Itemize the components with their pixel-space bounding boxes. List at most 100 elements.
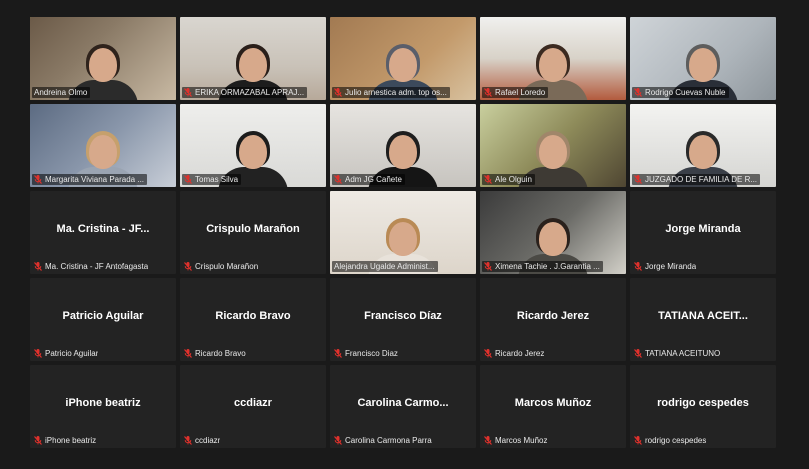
- muted-mic-icon: [634, 88, 642, 97]
- participant-name: Adm JG Cañete: [345, 175, 402, 184]
- participant-name-label: Ma. Cristina - JF Antofagasta: [32, 261, 151, 272]
- participant-tile[interactable]: Carolina Carmo... Carolina Carmona Parra: [330, 365, 476, 448]
- muted-mic-icon: [184, 349, 192, 358]
- muted-mic-icon: [634, 175, 642, 184]
- participant-name-label: Ale Olguin: [482, 174, 535, 185]
- participant-tile[interactable]: Crispulo Marañon Crispulo Marañon: [180, 191, 326, 274]
- participant-tile[interactable]: Ma. Cristina - JF... Ma. Cristina - JF An…: [30, 191, 176, 274]
- muted-mic-icon: [484, 436, 492, 445]
- participant-tile[interactable]: JUZGADO DE FAMILIA DE R...: [630, 104, 776, 187]
- participant-display-name: Ma. Cristina - JF...: [56, 223, 150, 235]
- participant-display-name: rodrigo cespedes: [657, 397, 749, 409]
- participant-name: Ximena Tachie . J.Garantia ...: [495, 262, 600, 271]
- participant-name: TATIANA ACEITUNO: [645, 349, 721, 358]
- muted-mic-icon: [634, 262, 642, 271]
- participant-display-name: Patricio Aguilar: [62, 310, 144, 322]
- participant-name: Marcos Muñoz: [495, 436, 548, 445]
- muted-mic-icon: [184, 436, 192, 445]
- participant-tile[interactable]: Ricardo Jerez Ricardo Jerez: [480, 278, 626, 361]
- participant-name-label: JUZGADO DE FAMILIA DE R...: [632, 174, 761, 185]
- participant-name-label: Crispulo Marañon: [182, 261, 261, 272]
- muted-mic-icon: [184, 175, 192, 184]
- participant-name: rodrigo cespedes: [645, 436, 707, 445]
- participant-name: Francisco Diaz: [345, 349, 398, 358]
- muted-mic-icon: [184, 262, 192, 271]
- participant-name-label: iPhone beatriz: [32, 435, 99, 446]
- participant-name-label: ccdiazr: [182, 435, 223, 446]
- participant-name: Tomas Silva: [195, 175, 239, 184]
- participant-tile[interactable]: Patricio Aguilar Patricio Aguilar: [30, 278, 176, 361]
- muted-mic-icon: [634, 349, 642, 358]
- participant-name-label: Rodrigo Cuevas Nuble: [632, 87, 729, 98]
- muted-mic-icon: [484, 349, 492, 358]
- participant-name: Crispulo Marañon: [195, 262, 259, 271]
- participant-name-label: Patricio Aguilar: [32, 348, 101, 359]
- participant-display-name: Carolina Carmo...: [357, 397, 449, 409]
- participant-tile[interactable]: ERIKA ORMAZABAL APRAJ...: [180, 17, 326, 100]
- participant-name: Rodrigo Cuevas Nuble: [645, 88, 726, 97]
- muted-mic-icon: [484, 88, 492, 97]
- participant-name: Ricardo Jerez: [495, 349, 545, 358]
- participant-tile[interactable]: iPhone beatriz iPhone beatriz: [30, 365, 176, 448]
- participant-tile[interactable]: Jorge Miranda Jorge Miranda: [630, 191, 776, 274]
- participant-name: Margarita Viviana Parada ...: [45, 175, 145, 184]
- participant-display-name: Jorge Miranda: [665, 223, 741, 235]
- muted-mic-icon: [184, 88, 192, 97]
- muted-mic-icon: [634, 436, 642, 445]
- participant-name-label: Julio arnestica adm. top os...: [332, 87, 450, 98]
- participant-display-name: Marcos Muñoz: [514, 397, 592, 409]
- participant-tile[interactable]: Marcos Muñoz Marcos Muñoz: [480, 365, 626, 448]
- muted-mic-icon: [334, 88, 342, 97]
- participant-name: Patricio Aguilar: [45, 349, 99, 358]
- participant-display-name: Ricardo Jerez: [516, 310, 590, 322]
- muted-mic-icon: [34, 262, 42, 271]
- participant-name: Carolina Carmona Parra: [345, 436, 432, 445]
- muted-mic-icon: [34, 349, 42, 358]
- participant-name: JUZGADO DE FAMILIA DE R...: [645, 175, 758, 184]
- participant-name-label: Ricardo Bravo: [182, 348, 249, 359]
- participant-name: iPhone beatriz: [45, 436, 97, 445]
- participant-display-name: TATIANA ACEIT...: [658, 310, 748, 322]
- participant-display-name: ccdiazr: [234, 397, 272, 409]
- participant-name: ccdiazr: [195, 436, 221, 445]
- participant-tile[interactable]: Ricardo Bravo Ricardo Bravo: [180, 278, 326, 361]
- participant-name-label: Alejandra Ugalde Administ...: [332, 261, 438, 272]
- participant-display-name: Crispulo Marañon: [206, 223, 300, 235]
- participant-name: Rafael Loredo: [495, 88, 546, 97]
- participant-name: Andreina Olmo: [34, 88, 88, 97]
- muted-mic-icon: [334, 349, 342, 358]
- participant-name-label: Ximena Tachie . J.Garantia ...: [482, 261, 603, 272]
- participant-tile[interactable]: Alejandra Ugalde Administ...: [330, 191, 476, 274]
- participant-display-name: Ricardo Bravo: [215, 310, 291, 322]
- participant-tile[interactable]: Rafael Loredo: [480, 17, 626, 100]
- participant-tile[interactable]: ccdiazr ccdiazr: [180, 365, 326, 448]
- participant-name: Ma. Cristina - JF Antofagasta: [45, 262, 149, 271]
- muted-mic-icon: [484, 175, 492, 184]
- participant-name: Jorge Miranda: [645, 262, 697, 271]
- participant-tile[interactable]: Andreina Olmo: [30, 17, 176, 100]
- participant-tile[interactable]: Ximena Tachie . J.Garantia ...: [480, 191, 626, 274]
- participant-name-label: Ricardo Jerez: [482, 348, 547, 359]
- participant-name: Alejandra Ugalde Administ...: [334, 262, 435, 271]
- participant-display-name: Francisco Díaz: [364, 310, 442, 322]
- participant-tile[interactable]: Francisco Díaz Francisco Diaz: [330, 278, 476, 361]
- muted-mic-icon: [484, 262, 492, 271]
- muted-mic-icon: [334, 436, 342, 445]
- participant-name-label: Francisco Diaz: [332, 348, 401, 359]
- muted-mic-icon: [34, 175, 42, 184]
- participant-tile[interactable]: TATIANA ACEIT... TATIANA ACEITUNO: [630, 278, 776, 361]
- gallery-view-grid: Andreina Olmo ERIKA ORMAZABAL APRAJ... Jul…: [30, 17, 776, 448]
- participant-name-label: Tomas Silva: [182, 174, 242, 185]
- participant-tile[interactable]: Rodrigo Cuevas Nuble: [630, 17, 776, 100]
- participant-name-label: Andreina Olmo: [32, 87, 91, 98]
- participant-display-name: iPhone beatriz: [65, 397, 141, 409]
- participant-name-label: Marcos Muñoz: [482, 435, 550, 446]
- participant-tile[interactable]: rodrigo cespedes rodrigo cespedes: [630, 365, 776, 448]
- muted-mic-icon: [34, 436, 42, 445]
- participant-tile[interactable]: Margarita Viviana Parada ...: [30, 104, 176, 187]
- participant-tile[interactable]: Tomas Silva: [180, 104, 326, 187]
- participant-tile[interactable]: Ale Olguin: [480, 104, 626, 187]
- participant-tile[interactable]: Julio arnestica adm. top os...: [330, 17, 476, 100]
- participant-tile[interactable]: Adm JG Cañete: [330, 104, 476, 187]
- participant-name-label: TATIANA ACEITUNO: [632, 348, 723, 359]
